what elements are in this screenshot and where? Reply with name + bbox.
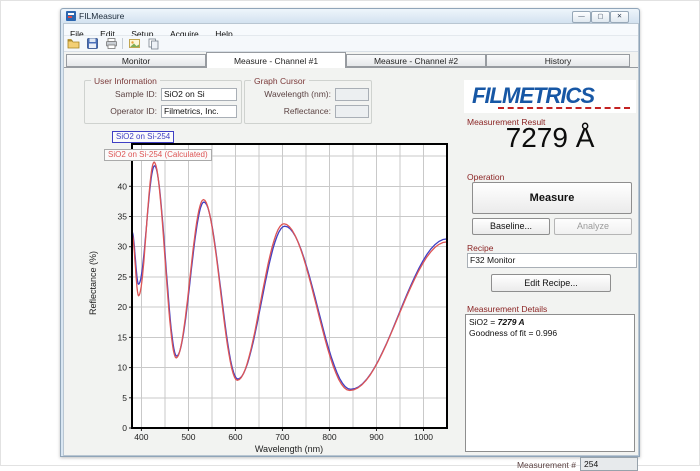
reflectance-chart[interactable]: 4005006007008009001000051015202530354045… [79, 126, 459, 461]
toolbar [64, 36, 638, 52]
tab-monitor[interactable]: Monitor [66, 54, 206, 67]
operator-id-field[interactable]: Filmetrics, Inc. [161, 105, 237, 118]
recipe-field[interactable]: F32 Monitor [467, 253, 637, 268]
svg-text:700: 700 [275, 432, 289, 442]
user-information-title: User Information [91, 76, 160, 86]
details-line-2: Goodness of fit = 0.996 [469, 328, 631, 339]
measurement-details-box[interactable]: SiO2 = 7279 A Goodness of fit = 0.996 [465, 314, 635, 452]
menu-bar: File Edit Setup Acquire Help [64, 24, 638, 36]
tab-strip: Monitor Measure - Channel #1 Measure - C… [64, 52, 638, 68]
tab-measure-channel-2[interactable]: Measure - Channel #2 [346, 54, 486, 67]
svg-text:10: 10 [118, 363, 128, 373]
svg-text:40: 40 [118, 181, 128, 191]
filmetrics-logo-underline [498, 107, 630, 109]
baseline-button[interactable]: Baseline... [472, 218, 550, 235]
operator-id-label: Operator ID: [85, 106, 157, 116]
export-icon[interactable] [128, 37, 141, 50]
svg-text:800: 800 [322, 432, 336, 442]
sample-id-label: Sample ID: [85, 89, 157, 99]
details-thickness-value: 7279 A [498, 317, 525, 327]
svg-text:500: 500 [181, 432, 195, 442]
title-bar[interactable]: FILMeasure — ▢ ✕ [61, 9, 639, 23]
app-icon [66, 11, 76, 21]
svg-text:5: 5 [122, 393, 127, 403]
edit-recipe-button[interactable]: Edit Recipe... [491, 274, 611, 292]
sample-id-field[interactable]: SiO2 on Si [161, 88, 237, 101]
window-title: FILMeasure [79, 11, 124, 21]
x-axis-title: Wavelength (nm) [255, 444, 323, 454]
analyze-button[interactable]: Analyze [554, 218, 632, 235]
svg-text:600: 600 [228, 432, 242, 442]
client-area: File Edit Setup Acquire Help [63, 23, 639, 456]
legend-measured-label: SiO2 on Si-254 [116, 132, 170, 141]
svg-text:30: 30 [118, 242, 128, 252]
details-line-1: SiO2 = 7279 A [469, 317, 631, 328]
chart-plot[interactable]: 4005006007008009001000051015202530354045 [79, 126, 459, 461]
y-axis-title: Reflectance (%) [88, 251, 98, 315]
tab-history[interactable]: History [486, 54, 630, 67]
cursor-wavelength-field [335, 88, 369, 101]
tab-content: User Information Sample ID: SiO2 on Si O… [64, 68, 638, 453]
toolbar-separator [122, 38, 123, 49]
filmetrics-logo-text: FILMETRICS [472, 83, 594, 109]
svg-text:900: 900 [369, 432, 383, 442]
minimize-button[interactable]: — [572, 11, 591, 23]
maximize-button[interactable]: ▢ [591, 11, 610, 23]
graph-cursor-group: Graph Cursor Wavelength (nm): Reflectanc… [244, 80, 372, 124]
filmetrics-logo: FILMETRICS [464, 80, 636, 113]
user-information-group: User Information Sample ID: SiO2 on Si O… [84, 80, 242, 124]
open-icon[interactable] [67, 37, 80, 50]
svg-text:20: 20 [118, 302, 128, 312]
cursor-reflectance-field [335, 105, 369, 118]
operation-title: Operation [467, 172, 504, 182]
print-icon[interactable] [105, 37, 118, 50]
legend-calculated: SiO2 on Si-254 (Calculated) [104, 149, 212, 161]
legend-measured: SiO2 on Si-254 [112, 131, 174, 143]
tab-measure-channel-1[interactable]: Measure - Channel #1 [206, 52, 346, 68]
graph-cursor-title: Graph Cursor [251, 76, 309, 86]
cursor-reflectance-label: Reflectance: [245, 106, 331, 116]
close-button[interactable]: ✕ [610, 11, 629, 23]
measure-button[interactable]: Measure [472, 182, 632, 214]
svg-text:15: 15 [118, 332, 128, 342]
recipe-title: Recipe [467, 243, 493, 253]
svg-text:1000: 1000 [414, 432, 433, 442]
app-window: FILMeasure — ▢ ✕ File Edit Setup Acquire… [60, 8, 640, 457]
legend-calculated-label: SiO2 on Si-254 (Calculated) [108, 150, 208, 159]
svg-text:35: 35 [118, 212, 128, 222]
svg-text:25: 25 [118, 272, 128, 282]
svg-text:0: 0 [122, 423, 127, 433]
svg-text:400: 400 [134, 432, 148, 442]
copy-icon[interactable] [147, 37, 160, 50]
measurement-result-value: 7279 Å [464, 122, 636, 154]
save-icon[interactable] [86, 37, 99, 50]
measurement-number-label: Measurement # [496, 460, 576, 470]
cursor-wavelength-label: Wavelength (nm): [245, 89, 331, 99]
measurement-number-field[interactable]: 254 [580, 457, 638, 471]
measurement-details-title: Measurement Details [467, 304, 547, 314]
